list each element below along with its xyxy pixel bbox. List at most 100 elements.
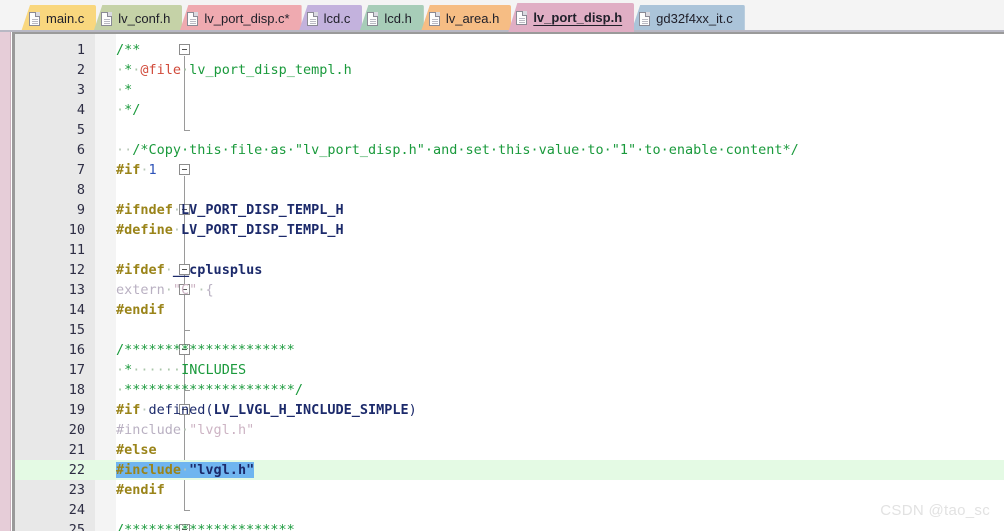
code-line[interactable]: 17 ·*······INCLUDES: [15, 360, 1004, 380]
code-line[interactable]: 14 #endif: [15, 300, 1004, 320]
code-line[interactable]: 19 #if·defined(LV_LVGL_H_INCLUDE_SIMPLE): [15, 400, 1004, 420]
code-line-text[interactable]: #endif: [116, 480, 165, 500]
code-line-text[interactable]: #else: [116, 440, 157, 460]
line-number: 5: [76, 122, 85, 138]
line-number: 3: [76, 82, 85, 98]
code-line-text[interactable]: #include·"lvgl.h": [116, 460, 255, 480]
tab-lv-port-disp-h[interactable]: lv_port_disp.h: [508, 3, 635, 32]
line-number: 19: [68, 402, 85, 418]
code-line[interactable]: 8: [15, 180, 1004, 200]
code-line[interactable]: 2 ·*·@file·lv_port_disp_templ.h: [15, 60, 1004, 80]
tab-label: lv_port_disp.c*: [204, 10, 290, 26]
code-line[interactable]: 5: [15, 120, 1004, 140]
tab-lv-port-disp-c-[interactable]: lv_port_disp.c*: [179, 5, 302, 32]
file-icon: [516, 10, 528, 25]
code-line[interactable]: 10 #define·LV_PORT_DISP_TEMPL_H: [15, 220, 1004, 240]
code-line[interactable]: 15: [15, 320, 1004, 340]
tab-lv-area-h[interactable]: lv_area.h: [420, 5, 512, 32]
code-line-text[interactable]: #define·LV_PORT_DISP_TEMPL_H: [116, 220, 344, 240]
file-icon: [187, 11, 199, 26]
code-line-text[interactable]: /*********************: [116, 340, 295, 360]
code-line-text[interactable]: #ifndef·LV_PORT_DISP_TEMPL_H: [116, 200, 344, 220]
code-line-text[interactable]: ·*······INCLUDES: [116, 360, 246, 380]
file-icon: [367, 11, 379, 26]
editor-frame: 1 /** 2 ·*·@file·lv_port_disp_templ.h 3 ·* 4 ·*…: [0, 32, 1004, 531]
code-editor[interactable]: 1 /** 2 ·*·@file·lv_port_disp_templ.h 3 ·* 4 ·*…: [15, 34, 1004, 531]
code-line-text[interactable]: ·*********************/: [116, 380, 303, 400]
line-number: 15: [68, 322, 85, 338]
line-number: 17: [68, 362, 85, 378]
watermark: CSDN @tao_sc: [880, 502, 990, 519]
code-line[interactable]: 25 /*********************: [15, 520, 1004, 531]
code-text-layer[interactable]: 1 /** 2 ·*·@file·lv_port_disp_templ.h 3 ·* 4 ·*…: [15, 34, 1004, 531]
line-number: 8: [76, 182, 85, 198]
line-number: 24: [68, 502, 85, 518]
code-line[interactable]: 12 #ifdef·__cplusplus: [15, 260, 1004, 280]
tab-lcd-h[interactable]: lcd.h: [359, 5, 424, 32]
code-line[interactable]: 16 /*********************: [15, 340, 1004, 360]
line-number: 22: [68, 462, 85, 478]
line-number: 25: [68, 522, 85, 531]
tab-label: lv_area.h: [445, 10, 500, 26]
code-line-text[interactable]: #if·defined(LV_LVGL_H_INCLUDE_SIMPLE): [116, 400, 417, 420]
code-line-text[interactable]: ·*/: [116, 100, 140, 120]
tab-main-c[interactable]: main.c: [21, 5, 97, 32]
code-line[interactable]: 3 ·*: [15, 80, 1004, 100]
tab-label: lcd.c: [323, 10, 351, 26]
tab-label: lv_conf.h: [118, 10, 171, 26]
line-number: 20: [68, 422, 85, 438]
line-number: 7: [76, 162, 85, 178]
code-line-text[interactable]: extern·"C"·{: [116, 280, 214, 300]
code-line[interactable]: 18 ·*********************/: [15, 380, 1004, 400]
tab-label: lcd.h: [384, 10, 412, 26]
editor-tab-strip: main.c lv_conf.h lv_port_disp.c* lcd.c lcd.h…: [0, 0, 1004, 32]
tab-gd32f4xx-it-c[interactable]: gd32f4xx_it.c: [631, 5, 745, 32]
file-icon: [639, 11, 651, 26]
file-icon: [306, 11, 318, 26]
code-line[interactable]: 21 #else: [15, 440, 1004, 460]
code-line-text[interactable]: #if·1: [116, 160, 157, 180]
code-line[interactable]: 20 #include·"lvgl.h": [15, 420, 1004, 440]
line-number: 23: [68, 482, 85, 498]
tab-lv-conf-h[interactable]: lv_conf.h: [93, 5, 183, 32]
code-line[interactable]: 1 /**: [15, 40, 1004, 60]
line-number: 21: [68, 442, 85, 458]
tab-label: gd32f4xx_it.c: [656, 10, 733, 26]
file-icon: [101, 11, 113, 26]
code-line-text[interactable]: /*********************: [116, 520, 295, 531]
tab-lcd-c[interactable]: lcd.c: [298, 5, 363, 32]
code-line[interactable]: 7 #if·1: [15, 160, 1004, 180]
line-number: 10: [68, 222, 85, 238]
line-number: 6: [76, 142, 85, 158]
file-icon: [428, 11, 440, 26]
tab-label: lv_port_disp.h: [533, 9, 623, 25]
code-line-text[interactable]: ·*·@file·lv_port_disp_templ.h: [116, 60, 352, 80]
line-number: 4: [76, 102, 85, 118]
line-number: 13: [68, 282, 85, 298]
code-line-text[interactable]: #include·"lvgl.h": [116, 420, 254, 440]
code-line[interactable]: 11: [15, 240, 1004, 260]
line-number: 9: [76, 202, 85, 218]
code-line[interactable]: 9 #ifndef·LV_PORT_DISP_TEMPL_H: [15, 200, 1004, 220]
code-line-text[interactable]: #ifdef·__cplusplus: [116, 260, 262, 280]
line-number: 1: [76, 42, 85, 58]
code-line[interactable]: 23 #endif: [15, 480, 1004, 500]
code-line[interactable]: 4 ·*/: [15, 100, 1004, 120]
code-line-text[interactable]: ··/*Copy·this·file·as·"lv_port_disp.h"·a…: [116, 140, 799, 160]
code-line[interactable]: 22 #include·"lvgl.h": [15, 460, 1004, 480]
code-line[interactable]: 13 extern·"C"·{: [15, 280, 1004, 300]
line-number: 16: [68, 342, 85, 358]
code-line-text[interactable]: ·*: [116, 80, 132, 100]
line-number: 11: [68, 242, 85, 258]
file-icon: [29, 11, 40, 26]
line-number: 14: [68, 302, 85, 318]
code-line[interactable]: 6 ··/*Copy·this·file·as·"lv_port_disp.h"·…: [15, 140, 1004, 160]
code-line[interactable]: 24: [15, 500, 1004, 520]
line-number: 12: [68, 262, 85, 278]
code-line-text[interactable]: #endif: [116, 300, 165, 320]
editor-window: main.c lv_conf.h lv_port_disp.c* lcd.c lcd.h…: [0, 0, 1004, 531]
code-line-text[interactable]: /**: [116, 40, 140, 60]
tab-list: main.c lv_conf.h lv_port_disp.c* lcd.c lcd.h…: [21, 3, 745, 32]
line-number: 2: [76, 62, 85, 78]
line-number: 18: [68, 382, 85, 398]
